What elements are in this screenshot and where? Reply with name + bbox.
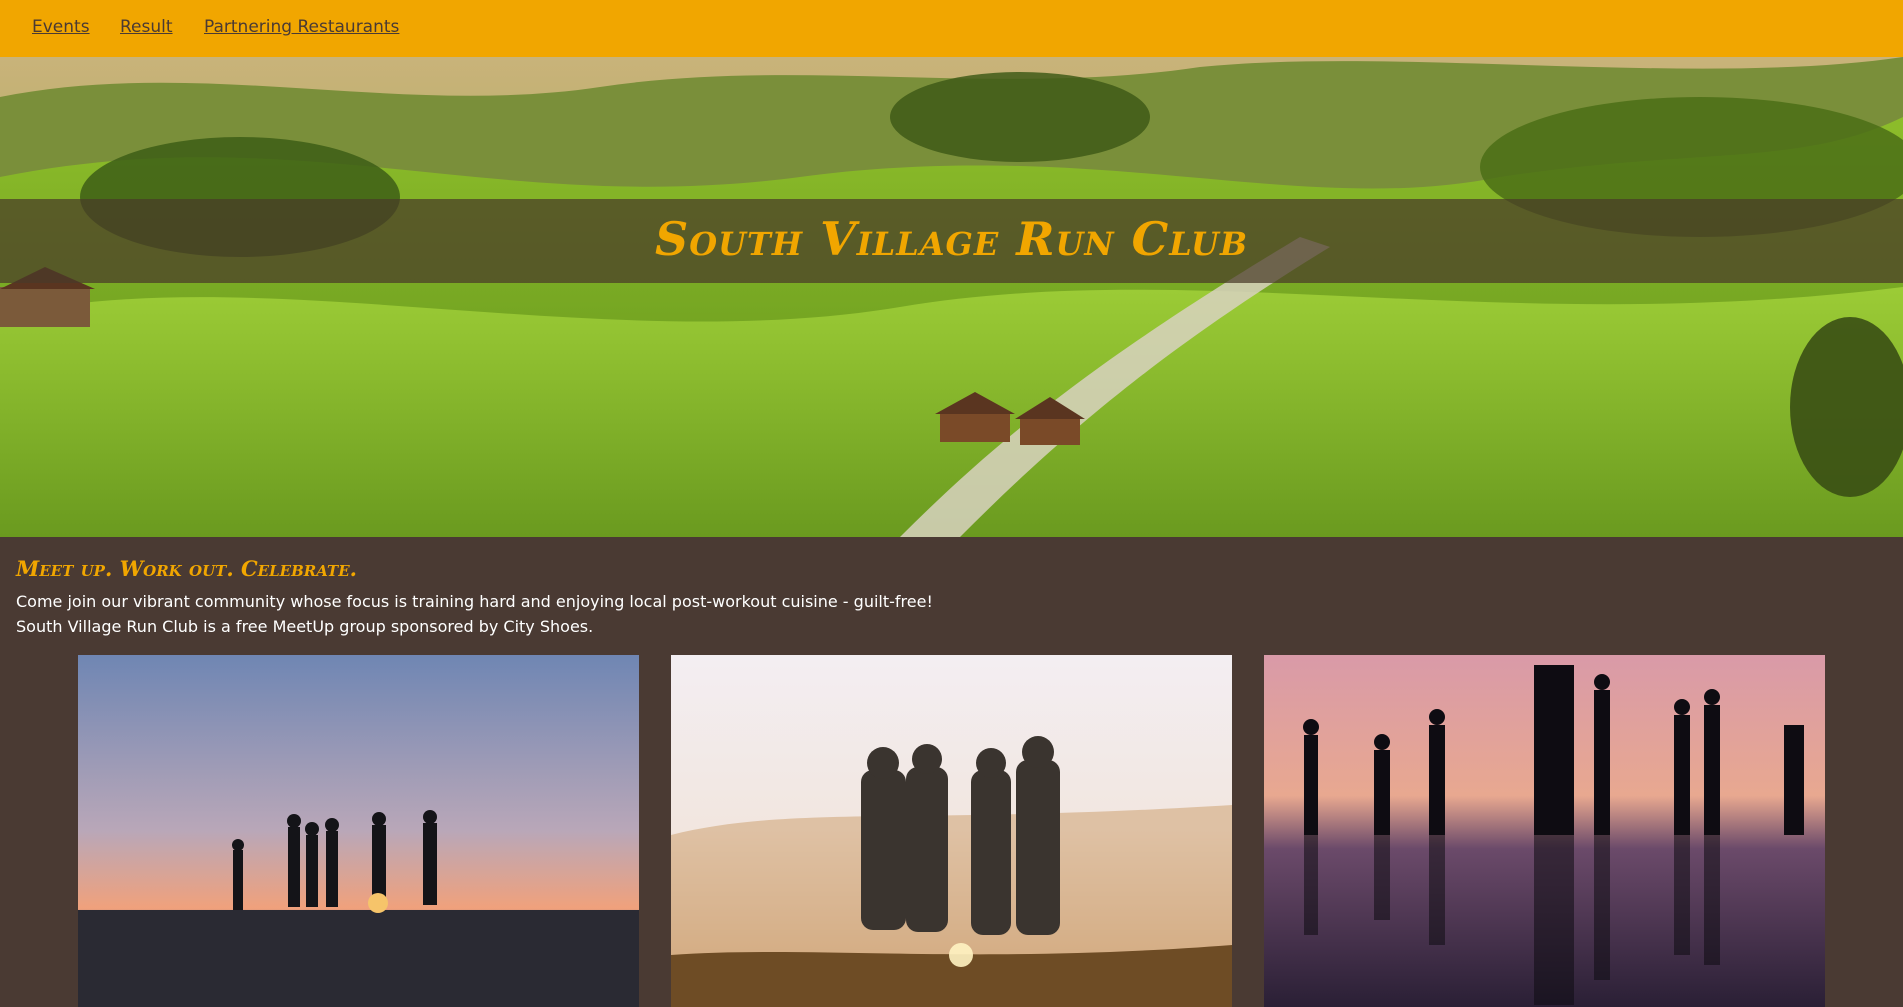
nav-link-result[interactable]: Result [120,17,173,37]
photo-friends-sunset [671,655,1232,1007]
nav-link-events[interactable]: Events [32,17,90,37]
tagline: Meet up. Work out. Celebrate. [16,556,357,581]
intro-line-2: South Village Run Club is a free MeetUp … [16,617,594,636]
top-navigation: Events Result Partnering Restaurants [0,0,1903,57]
hero-banner [0,57,1903,537]
photo-campfire-group [78,655,639,1007]
nav-link-partnering-restaurants[interactable]: Partnering Restaurants [204,17,399,37]
photo-silhouette-reflection [1264,655,1825,1007]
site-title: South Village Run Club [655,212,1248,266]
hero-landscape-image [0,57,1903,537]
intro-line-1: Come join our vibrant community whose fo… [16,592,933,611]
